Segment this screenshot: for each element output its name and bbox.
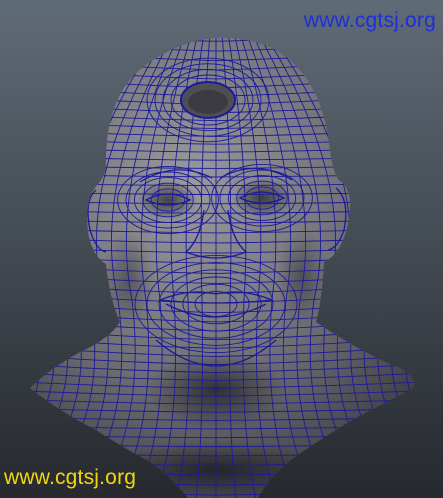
viewport: www.cgtsj.org www.cgtsj.org (0, 0, 443, 498)
watermark-bottom: www.cgtsj.org (4, 466, 137, 489)
crown-hole-inner (188, 90, 228, 114)
wireframe-head-bust-icon (0, 0, 443, 498)
watermark-top: www.cgtsj.org (303, 9, 436, 32)
